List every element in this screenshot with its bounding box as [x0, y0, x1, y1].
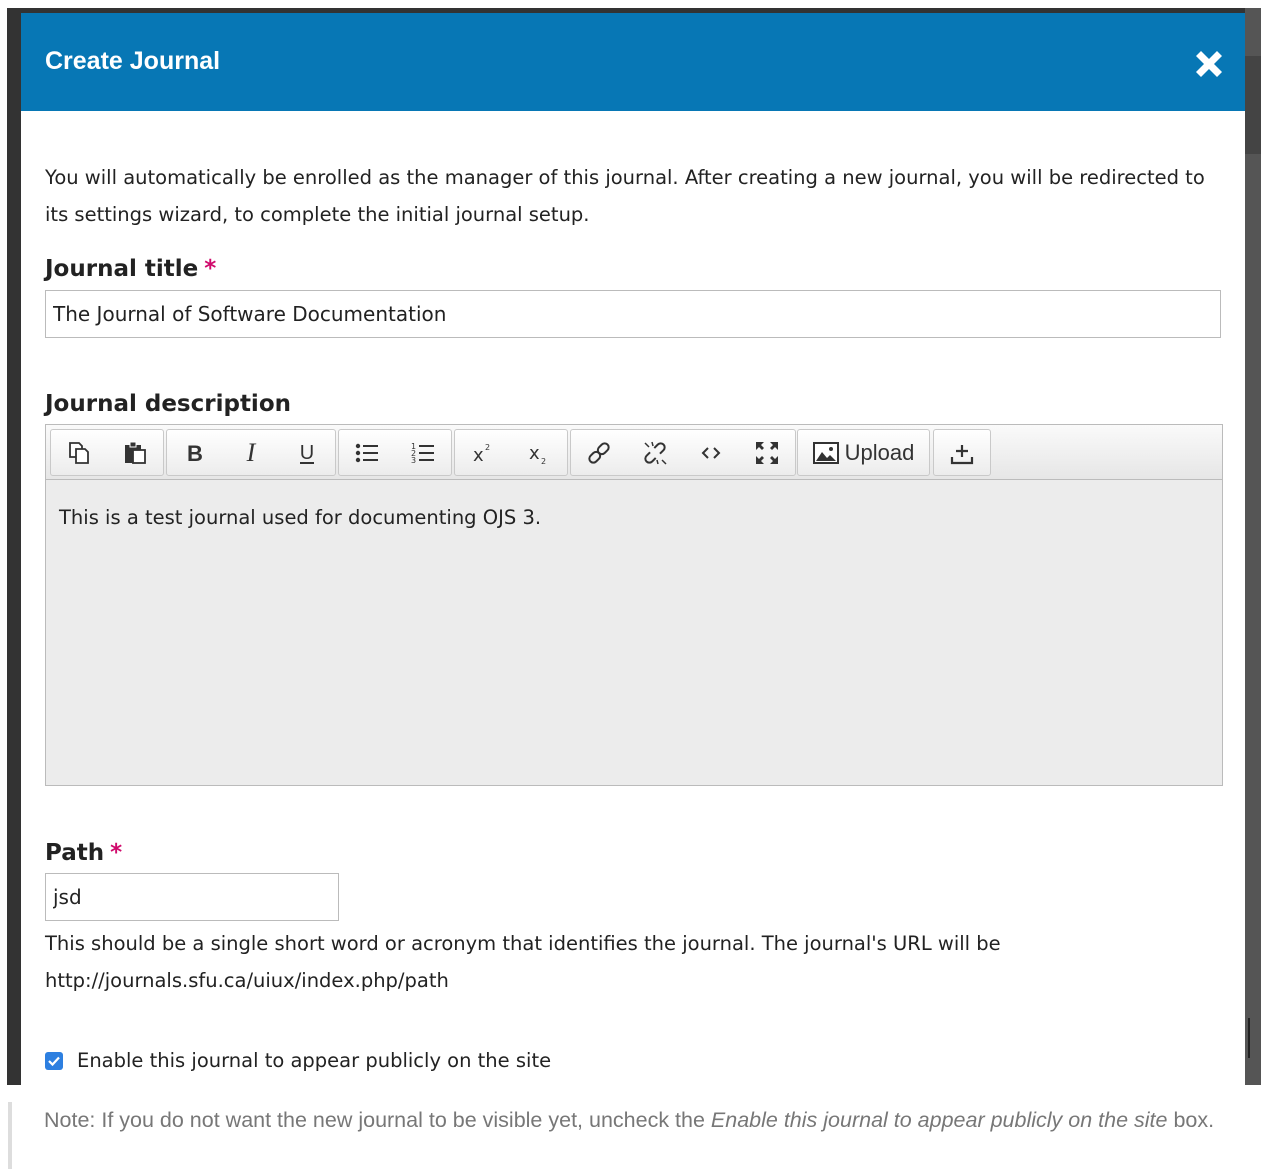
file-group	[933, 429, 991, 476]
backdrop-strip	[1245, 56, 1261, 154]
upload-icon	[950, 444, 974, 464]
dialog-title: Create Journal	[45, 47, 221, 75]
subscript-icon: x 2	[529, 443, 546, 466]
svg-text:2: 2	[485, 443, 490, 452]
enable-journal-checkbox[interactable]	[45, 1051, 63, 1070]
fullscreen-icon	[756, 441, 778, 464]
close-icon	[1196, 51, 1222, 77]
numbered-list-button[interactable]: 1 2 3	[395, 430, 451, 475]
unlink-button[interactable]	[627, 430, 683, 475]
clipboard-group	[50, 429, 164, 476]
description-editor[interactable]: B I U 1 2 3 x 2 x 2 Upload This is a tes…	[45, 424, 1223, 786]
documentation-note: Note: If you do not want the new journal…	[8, 1102, 1261, 1169]
create-journal-dialog: Create Journal You will automatically be…	[21, 13, 1245, 1085]
superscript-button[interactable]: x 2	[455, 430, 511, 475]
unlink-icon	[644, 441, 667, 465]
svg-text:U: U	[300, 442, 314, 464]
list-group: 1 2 3	[338, 429, 452, 476]
required-marker: *	[110, 840, 123, 866]
svg-text:2: 2	[541, 457, 546, 466]
backdrop-edge	[1245, 8, 1261, 1085]
upload-label: Upload	[844, 439, 915, 465]
note-suffix: box.	[1167, 1108, 1215, 1132]
svg-text:3: 3	[411, 456, 416, 465]
subscript-button[interactable]: x 2	[511, 430, 567, 475]
image-upload-button[interactable]: Upload	[798, 430, 929, 475]
paste-button[interactable]	[107, 430, 163, 475]
path-input[interactable]	[45, 873, 339, 921]
bold-button[interactable]: B	[167, 430, 223, 475]
svg-text:B: B	[187, 441, 203, 466]
paste-icon	[125, 441, 146, 464]
journal-title-input[interactable]	[45, 290, 1221, 338]
script-group: x 2 x 2	[454, 429, 568, 476]
enable-journal-label: Enable this journal to appear publicly o…	[77, 1049, 552, 1072]
numbered-list-icon: 1 2 3	[411, 442, 434, 465]
enable-journal-row: Enable this journal to appear publicly o…	[45, 1049, 551, 1072]
svg-text:I: I	[246, 440, 257, 466]
bold-icon: B	[187, 441, 203, 466]
checkmark-icon	[48, 1056, 60, 1066]
bullet-list-icon	[355, 443, 378, 462]
svg-text:x: x	[473, 445, 484, 466]
journal-title-label: Journal title *	[45, 256, 216, 282]
link-icon	[588, 441, 610, 464]
path-label: Path *	[45, 840, 122, 866]
path-label-text: Path	[45, 840, 105, 866]
underline-icon: U	[300, 442, 314, 464]
backdrop-strip	[1248, 1018, 1250, 1058]
superscript-icon: x 2	[473, 443, 490, 466]
italic-icon: I	[246, 440, 257, 466]
link-button[interactable]	[571, 430, 627, 475]
format-group: B I U	[166, 429, 336, 476]
copy-button[interactable]	[51, 430, 107, 475]
intro-text: You will automatically be enrolled as th…	[45, 166, 1205, 226]
fullscreen-button[interactable]	[739, 430, 795, 475]
copy-icon	[69, 441, 89, 464]
journal-description-label: Journal description	[45, 391, 291, 417]
svg-text:x: x	[529, 443, 540, 464]
file-upload-button[interactable]	[934, 430, 990, 475]
image-icon	[812, 441, 839, 464]
note-emphasis: Enable this journal to appear publicly o…	[710, 1108, 1168, 1132]
italic-button[interactable]: I	[223, 430, 279, 475]
code-icon	[701, 446, 721, 459]
code-button[interactable]	[683, 430, 739, 475]
bullet-list-button[interactable]	[339, 430, 395, 475]
journal-title-label-text: Journal title	[45, 256, 199, 282]
path-url-example: http://journals.sfu.ca/uiux/index.php/pa…	[45, 969, 449, 992]
editor-content[interactable]: This is a test journal used for document…	[46, 480, 1222, 555]
required-marker: *	[204, 256, 217, 282]
path-help-line: This should be a single short word or ac…	[45, 932, 1001, 955]
underline-button[interactable]: U	[279, 430, 335, 475]
close-button[interactable]	[1191, 46, 1227, 82]
note-prefix: Note: If you do not want the new journal…	[44, 1108, 711, 1132]
editor-toolbar: B I U 1 2 3 x 2 x 2 Upload	[46, 425, 1222, 480]
path-help-text: This should be a single short word or ac…	[45, 925, 1145, 999]
dialog-header: Create Journal	[21, 13, 1245, 111]
insert-group	[570, 429, 796, 476]
media-group: Upload	[797, 429, 930, 476]
